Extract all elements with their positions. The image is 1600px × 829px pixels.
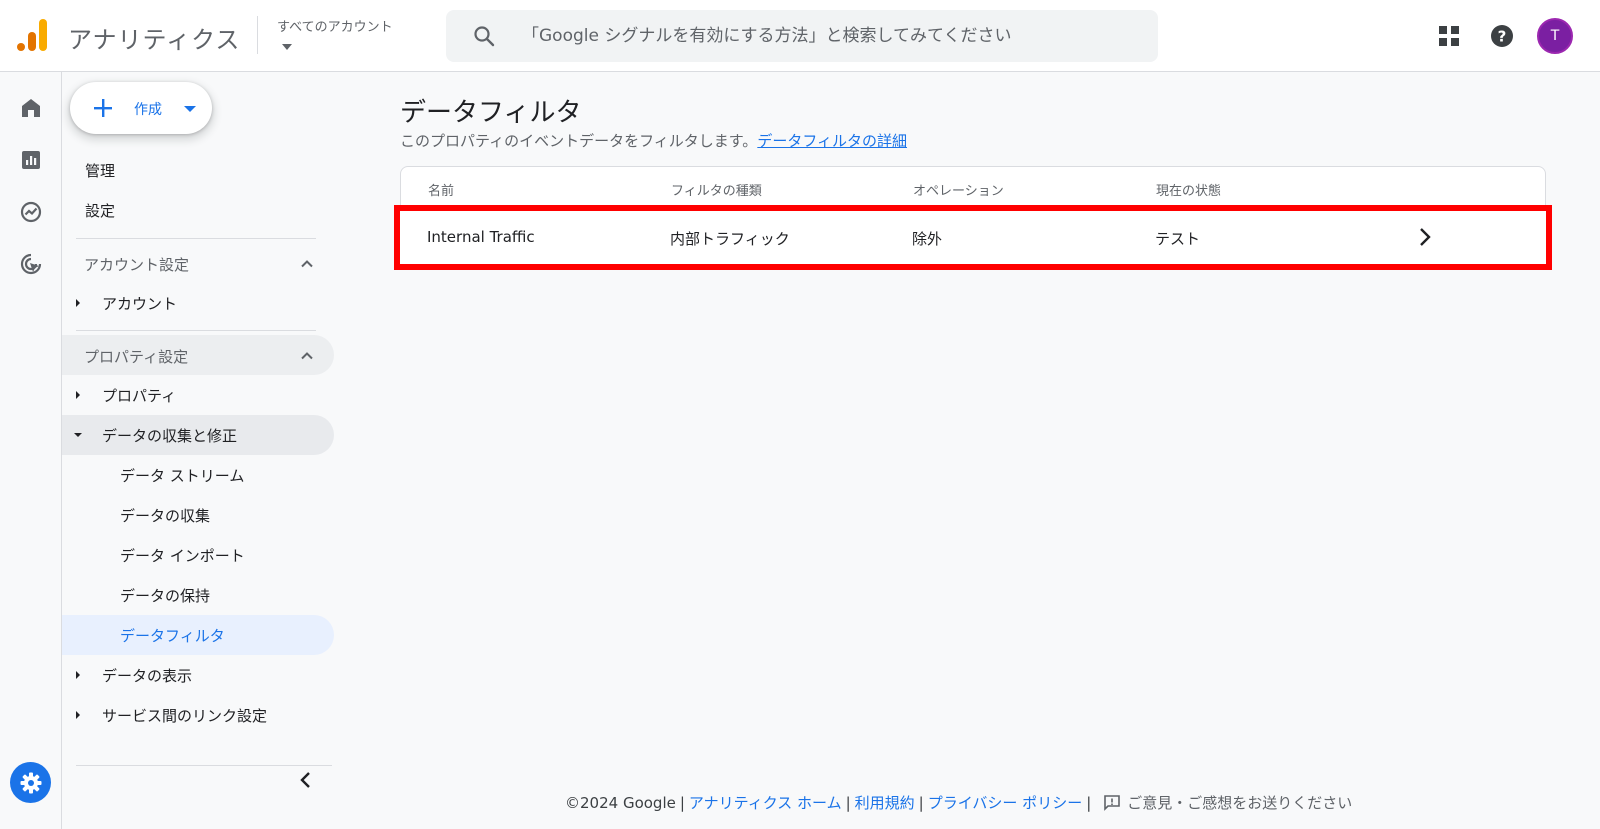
caret-right-icon bbox=[76, 299, 80, 307]
account-picker-label: すべてのアカウント bbox=[277, 20, 393, 35]
account-picker[interactable]: すべてのアカウント bbox=[277, 16, 393, 50]
page-description-text: このプロパティのイベントデータをフィルタします。 bbox=[400, 132, 758, 150]
footer-terms-link[interactable]: 利用規約 bbox=[855, 792, 915, 813]
page-title: データフィルタ bbox=[400, 98, 582, 128]
nav-item-label: サービス間のリンク設定 bbox=[102, 707, 268, 725]
nav-divider bbox=[76, 238, 316, 239]
left-rail bbox=[0, 72, 62, 829]
column-header-filter-type: フィルタの種類 bbox=[671, 184, 762, 199]
plus-icon bbox=[94, 99, 112, 117]
row-highlight-box bbox=[394, 205, 1552, 270]
nav-item-label: データの収集 bbox=[120, 507, 211, 525]
nav-item-label: データ インポート bbox=[120, 547, 245, 565]
explore-icon[interactable] bbox=[19, 200, 43, 224]
top-bar: アナリティクス すべてのアカウント ? T bbox=[0, 0, 1600, 72]
nav-admin-heading: 管理 bbox=[85, 162, 116, 180]
caret-right-icon bbox=[76, 671, 80, 679]
nav-item-label: データの収集と修正 bbox=[102, 427, 238, 445]
nav-item-label: データ ストリーム bbox=[120, 467, 245, 485]
help-icon[interactable]: ? bbox=[1488, 22, 1516, 50]
feedback-label: ご意見・ご感想をお送りください bbox=[1127, 794, 1353, 812]
nav-item-label: データの保持 bbox=[120, 587, 211, 605]
apps-grid-icon[interactable] bbox=[1435, 22, 1463, 50]
advertising-icon[interactable] bbox=[19, 252, 43, 276]
avatar[interactable]: T bbox=[1537, 18, 1573, 54]
section-label: プロパティ設定 bbox=[84, 348, 189, 366]
chevron-up-icon bbox=[301, 260, 313, 268]
feedback-button[interactable]: ご意見・ご感想をお送りください bbox=[1103, 792, 1352, 813]
section-account-settings[interactable]: アカウント設定 bbox=[62, 243, 334, 283]
reports-icon[interactable] bbox=[19, 148, 43, 172]
svg-text:?: ? bbox=[1498, 28, 1507, 46]
nav-item-data-streams[interactable]: データ ストリーム bbox=[62, 455, 334, 495]
search-input[interactable] bbox=[522, 10, 1142, 62]
header-divider bbox=[257, 16, 258, 54]
search-icon bbox=[474, 26, 495, 47]
column-header-operation: オペレーション bbox=[913, 184, 1004, 199]
section-property-settings[interactable]: プロパティ設定 bbox=[62, 335, 334, 375]
footer: ©2024 Google | アナリティクス ホーム | 利用規約 | プライバ… bbox=[565, 792, 1352, 813]
app-name: アナリティクス bbox=[68, 26, 241, 54]
analytics-logo-icon[interactable] bbox=[16, 18, 48, 52]
create-button[interactable]: 作成 bbox=[70, 82, 212, 134]
column-header-current-state: 現在の状態 bbox=[1156, 184, 1222, 199]
admin-button[interactable] bbox=[10, 762, 51, 803]
nav-item-data-retention[interactable]: データの保持 bbox=[62, 575, 334, 615]
side-nav: 作成 管理 設定 アカウント設定 アカウント プロパティ設定 プロパティ データ… bbox=[62, 72, 342, 829]
footer-separator: | bbox=[918, 793, 924, 812]
nav-item-data-collection[interactable]: データの収集と修正 bbox=[62, 415, 334, 455]
nav-item-product-links[interactable]: サービス間のリンク設定 bbox=[62, 695, 334, 735]
caret-right-icon bbox=[76, 711, 80, 719]
footer-separator: | bbox=[1086, 793, 1092, 812]
nav-item-label: データの表示 bbox=[102, 667, 193, 685]
gear-icon bbox=[20, 772, 41, 793]
avatar-letter: T bbox=[1550, 28, 1560, 44]
nav-item-data-filters[interactable]: データフィルタ bbox=[62, 615, 334, 655]
caret-down-icon bbox=[282, 44, 292, 50]
caret-down-icon bbox=[74, 433, 82, 437]
home-icon[interactable] bbox=[19, 96, 43, 120]
section-label: アカウント設定 bbox=[84, 256, 190, 274]
nav-item-property[interactable]: プロパティ bbox=[62, 375, 334, 415]
nav-item-account[interactable]: アカウント bbox=[62, 283, 334, 323]
page-description: このプロパティのイベントデータをフィルタします。データフィルタの詳細 bbox=[400, 130, 907, 151]
footer-separator: | bbox=[845, 793, 851, 812]
footer-copyright: ©2024 Google bbox=[565, 793, 676, 812]
nav-item-label: アカウント bbox=[102, 295, 178, 313]
footer-privacy-link[interactable]: プライバシー ポリシー bbox=[928, 792, 1082, 813]
nav-divider bbox=[76, 330, 316, 331]
caret-down-icon bbox=[184, 106, 196, 112]
create-label: 作成 bbox=[134, 102, 162, 118]
learn-more-link[interactable]: データフィルタの詳細 bbox=[757, 132, 907, 150]
nav-item-data-import[interactable]: データ インポート bbox=[62, 535, 334, 575]
chevron-up-icon bbox=[301, 352, 313, 360]
nav-item-label: プロパティ bbox=[102, 387, 177, 405]
nav-item-data-display[interactable]: データの表示 bbox=[62, 655, 334, 695]
footer-home-link[interactable]: アナリティクス ホーム bbox=[689, 792, 842, 813]
nav-item-label: データフィルタ bbox=[120, 627, 225, 645]
caret-right-icon bbox=[76, 391, 80, 399]
nav-settings-heading: 設定 bbox=[85, 202, 116, 220]
column-header-name: 名前 bbox=[428, 184, 455, 199]
feedback-icon bbox=[1104, 794, 1121, 811]
chevron-left-icon[interactable] bbox=[292, 766, 320, 794]
footer-separator: | bbox=[679, 793, 685, 812]
search-bar[interactable] bbox=[446, 10, 1158, 62]
nav-item-data-collection-sub[interactable]: データの収集 bbox=[62, 495, 334, 535]
